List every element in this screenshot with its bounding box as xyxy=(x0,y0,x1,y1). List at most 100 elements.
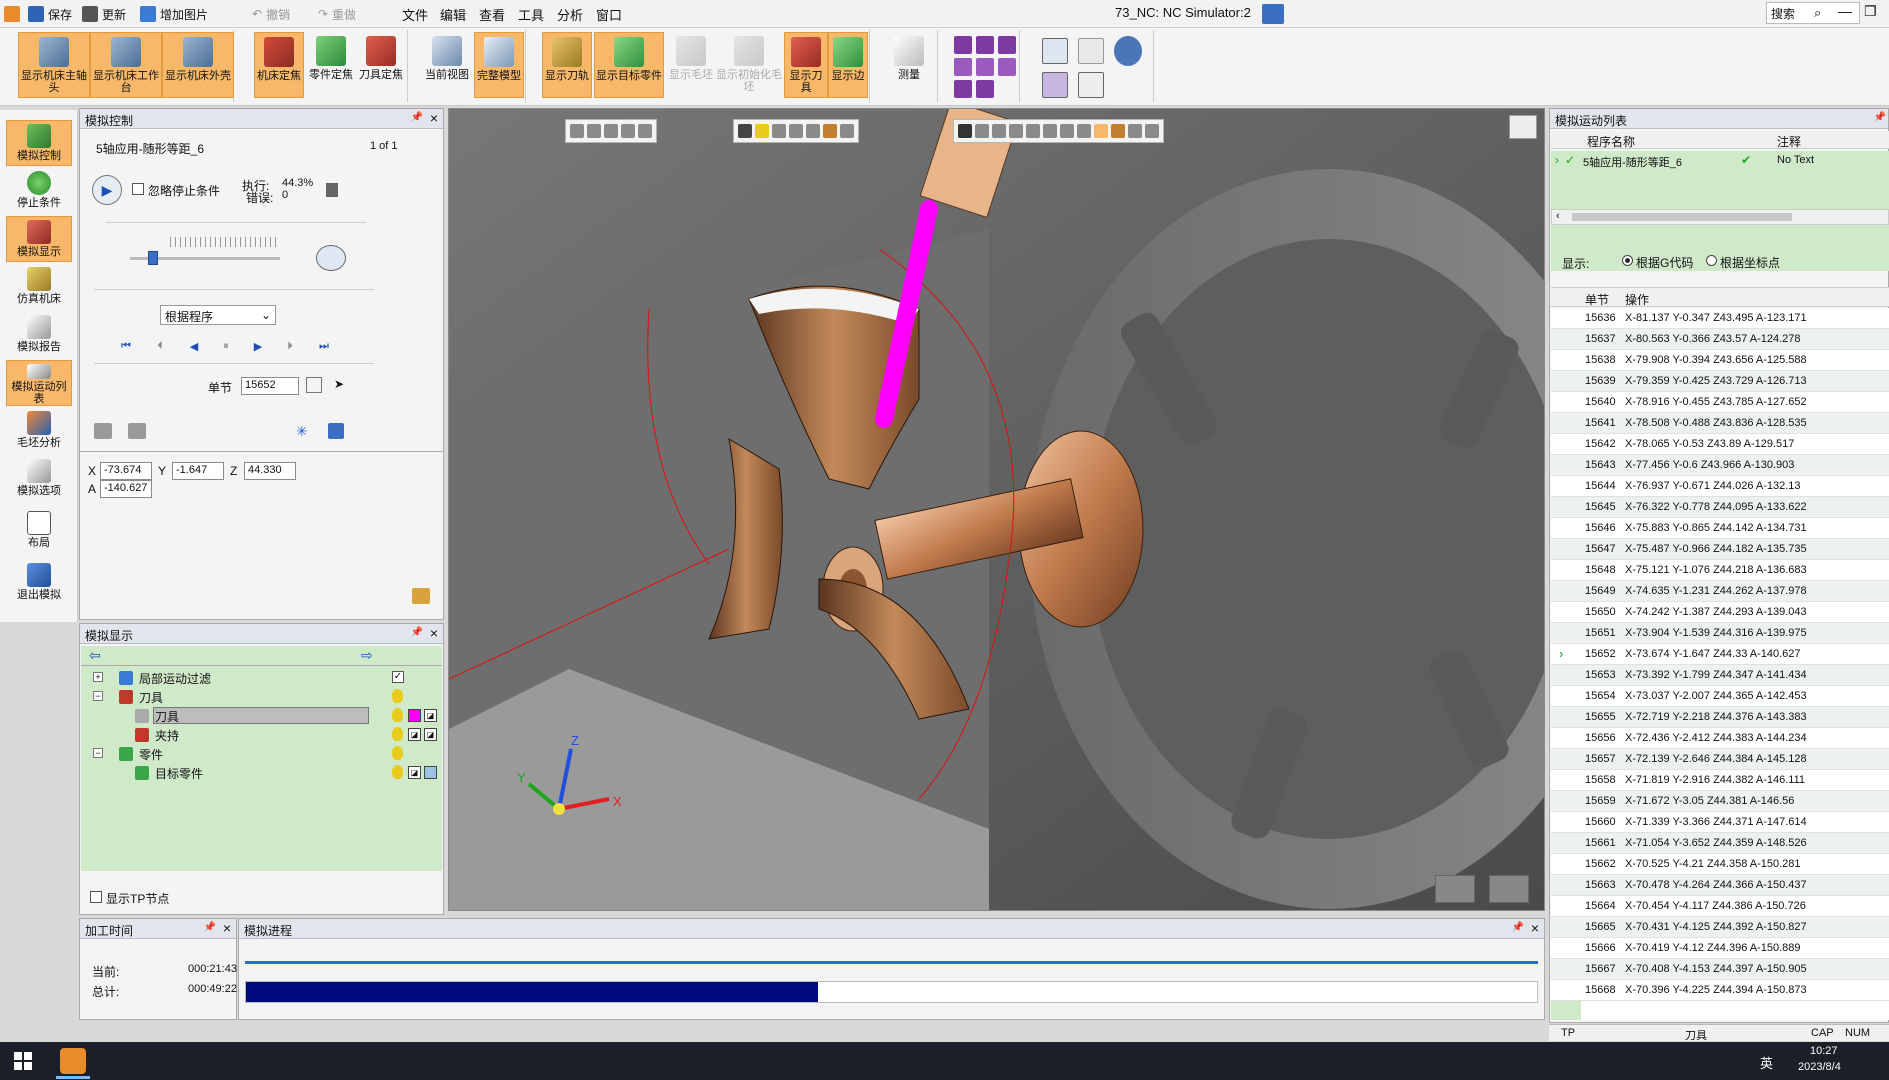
minimize-icon[interactable]: — xyxy=(1838,3,1852,19)
tree-row-tool-group[interactable]: − 刀具 xyxy=(81,687,442,706)
clock-time[interactable]: 10:27 xyxy=(1810,1045,1838,1057)
table-row[interactable]: 15648 X-75.121 Y-1.076 Z44.218 A-136.683 xyxy=(1551,560,1889,581)
windows-start-icon[interactable] xyxy=(14,1052,32,1070)
view-cube-icon[interactable] xyxy=(976,58,994,76)
machine-view-icon[interactable] xyxy=(1128,124,1142,138)
scroll-thumb[interactable] xyxy=(1572,213,1792,221)
zoom-fit-icon[interactable] xyxy=(1042,72,1068,98)
box-select-icon[interactable] xyxy=(587,124,601,138)
close-icon[interactable]: × xyxy=(430,110,438,126)
view-cube-icon[interactable] xyxy=(954,58,972,76)
table-row[interactable]: 15642 X-78.065 Y-0.53 Z43.89 A-129.517 xyxy=(1551,434,1889,455)
table-row[interactable]: 15660 X-71.339 Y-3.366 Z44.371 A-147.614 xyxy=(1551,812,1889,833)
table-row[interactable]: 15654 X-73.037 Y-2.007 Z44.365 A-142.453 xyxy=(1551,686,1889,707)
report-icon[interactable] xyxy=(326,183,338,197)
filter-checkbox[interactable]: ✓ xyxy=(392,671,404,683)
table-row[interactable]: 15656 X-72.436 Y-2.412 Z44.383 A-144.234 xyxy=(1551,728,1889,749)
show-toolpath-button[interactable]: 显示刀轨 xyxy=(542,32,592,98)
cube-icon[interactable] xyxy=(823,124,837,138)
show-tp-checkbox[interactable] xyxy=(90,891,102,903)
menu-window[interactable]: 窗口 xyxy=(596,5,622,24)
radio-by-gcode[interactable] xyxy=(1622,255,1633,266)
pin-icon[interactable]: 📌 xyxy=(1512,922,1524,933)
tree-row-holder[interactable]: 夹持 ◪ ◪ xyxy=(81,725,442,744)
machine-tool-icon[interactable] xyxy=(94,423,112,439)
close-icon[interactable]: × xyxy=(430,625,438,641)
a-coord-field[interactable]: -140.627 xyxy=(100,480,152,498)
add-image-button[interactable]: 增加图片 xyxy=(140,3,208,25)
robot-icon[interactable] xyxy=(1114,36,1142,66)
visibility-bulb-icon[interactable] xyxy=(392,689,403,703)
bulb-off-icon[interactable] xyxy=(772,124,786,138)
show-blank-button[interactable]: 显示毛坯 xyxy=(666,32,716,98)
viewport-settings-icon[interactable] xyxy=(1509,115,1537,139)
table-row[interactable]: 15657 X-72.139 Y-2.646 Z44.384 A-145.128 xyxy=(1551,749,1889,770)
step-back-button[interactable]: ◀ xyxy=(186,340,202,354)
z-coord-field[interactable]: 44.330 xyxy=(244,462,296,480)
prev-block-button[interactable]: ⏴ xyxy=(152,340,168,354)
sim-machine-button[interactable]: 仿真机床 xyxy=(6,264,72,310)
table-row[interactable]: 15643 X-77.456 Y-0.6 Z43.966 A-130.903 xyxy=(1551,455,1889,476)
tree-row-tool[interactable]: 刀具 ◪ xyxy=(81,706,442,725)
redo-button[interactable]: ↷ 重做 xyxy=(318,3,356,25)
next-block-button[interactable]: ⏵ xyxy=(282,340,298,354)
table-row[interactable]: 15637 X-80.563 Y-0.366 Z43.57 A-124.278 xyxy=(1551,329,1889,350)
table-row[interactable]: 15641 X-78.508 Y-0.488 Z43.836 A-128.535 xyxy=(1551,413,1889,434)
nx-app-icon[interactable] xyxy=(60,1048,86,1074)
table-row[interactable]: 15662 X-70.525 Y-4.21 Z44.358 A-150.281 xyxy=(1551,854,1889,875)
ignore-stop-checkbox[interactable] xyxy=(132,183,144,195)
full-model-button[interactable]: 完整模型 xyxy=(474,32,524,98)
undo-button[interactable]: ↶ 撤销 xyxy=(252,3,290,25)
export-view-button[interactable] xyxy=(1489,875,1529,903)
lasso-icon[interactable] xyxy=(621,124,635,138)
table-row[interactable]: 15668 X-70.396 Y-4.225 Z44.394 A-150.873 xyxy=(1551,980,1889,1001)
show-edges-button[interactable]: 显示边 xyxy=(828,32,868,98)
y-coord-field[interactable]: -1.647 xyxy=(172,462,224,480)
table-row[interactable]: 15653 X-73.392 Y-1.799 Z44.347 A-141.434 xyxy=(1551,665,1889,686)
table-row[interactable]: › 15652 X-73.674 Y-1.647 Z44.33 A-140.627 xyxy=(1551,644,1889,665)
display-mode-icon[interactable] xyxy=(840,124,854,138)
view-cube-icon[interactable] xyxy=(954,80,972,98)
program-row[interactable]: › ✓ 5轴应用-随形等距_6 ✔ No Text xyxy=(1551,151,1889,171)
snowflake-icon[interactable]: ✳ xyxy=(296,423,308,440)
section-icon[interactable] xyxy=(1043,124,1057,138)
show-spindle-button[interactable]: 显示机床主轴头 xyxy=(18,32,90,98)
machine-focus-button[interactable]: 机床定焦 xyxy=(254,32,304,98)
sim-options-button[interactable]: 模拟选项 xyxy=(6,456,72,502)
tree-row-part-group[interactable]: − 零件 xyxy=(81,744,442,763)
block-input[interactable]: 15652 xyxy=(241,377,299,395)
clip-icon[interactable] xyxy=(1060,124,1074,138)
pin-icon[interactable]: 📌 xyxy=(1874,112,1886,123)
menu-file[interactable]: 文件 xyxy=(402,5,428,24)
view-cube-icon[interactable] xyxy=(976,80,994,98)
zoom-icon[interactable] xyxy=(1009,124,1023,138)
current-view-button[interactable]: 当前视图 xyxy=(422,32,472,98)
table-row[interactable]: 15646 X-75.883 Y-0.865 Z44.142 A-134.731 xyxy=(1551,518,1889,539)
active-view-icon[interactable] xyxy=(1094,124,1108,138)
box-view-icon[interactable] xyxy=(1078,38,1104,64)
radio-by-coord[interactable] xyxy=(1706,255,1717,266)
visibility-bulb-icon[interactable] xyxy=(392,727,403,741)
axis-icon[interactable] xyxy=(992,124,1006,138)
table-row[interactable]: 15665 X-70.431 Y-4.125 Z44.392 A-150.827 xyxy=(1551,917,1889,938)
arrow-left-icon[interactable]: ⇦ xyxy=(89,647,101,664)
scroll-left-icon[interactable]: ‹ xyxy=(1556,210,1560,222)
close-icon[interactable]: × xyxy=(223,920,231,936)
more-icon[interactable] xyxy=(1145,124,1159,138)
play-button[interactable]: ▶ xyxy=(92,175,122,205)
menu-view[interactable]: 查看 xyxy=(479,5,505,24)
table-row[interactable]: 15658 X-71.819 Y-2.916 Z44.382 A-146.111 xyxy=(1551,770,1889,791)
layout-button[interactable]: 布局 xyxy=(6,508,72,554)
pan-icon[interactable] xyxy=(975,124,989,138)
pin-icon[interactable]: 📌 xyxy=(204,922,216,933)
pin-icon[interactable]: 📌 xyxy=(411,112,423,123)
table-row[interactable]: 15647 X-75.487 Y-0.966 Z44.182 A-135.735 xyxy=(1551,539,1889,560)
tree-row-local-filter[interactable]: + 局部运动过滤 ✓ xyxy=(81,668,442,687)
pause-button[interactable]: ⏸ xyxy=(218,340,234,354)
window-switch-icon[interactable] xyxy=(1262,4,1284,24)
cube-render-icon[interactable] xyxy=(424,766,437,779)
cursor-icon[interactable]: ➤ xyxy=(334,377,344,391)
part-focus-button[interactable]: 零件定焦 xyxy=(306,32,356,98)
show-initial-blank-button[interactable]: 显示初始化毛坯 xyxy=(716,32,782,98)
table-row[interactable]: 15638 X-79.908 Y-0.394 Z43.656 A-125.588 xyxy=(1551,350,1889,371)
